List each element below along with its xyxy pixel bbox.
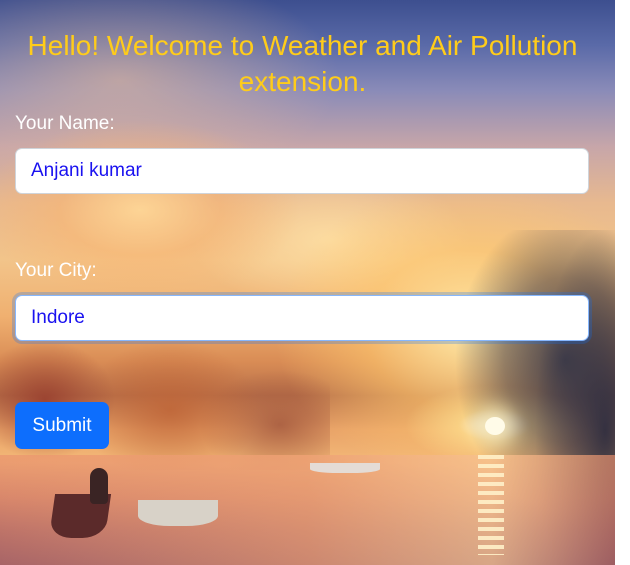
welcome-form-container: Hello! Welcome to Weather and Air Pollut… [0,0,615,565]
city-input[interactable] [15,295,589,341]
extension-popup: Hello! Welcome to Weather and Air Pollut… [0,0,615,565]
submit-button[interactable]: Submit [15,402,109,449]
welcome-heading: Hello! Welcome to Weather and Air Pollut… [27,30,578,97]
city-label: Your City: [15,260,97,281]
window-edge [615,0,630,565]
name-input[interactable] [15,148,589,194]
name-label: Your Name: [15,113,115,134]
